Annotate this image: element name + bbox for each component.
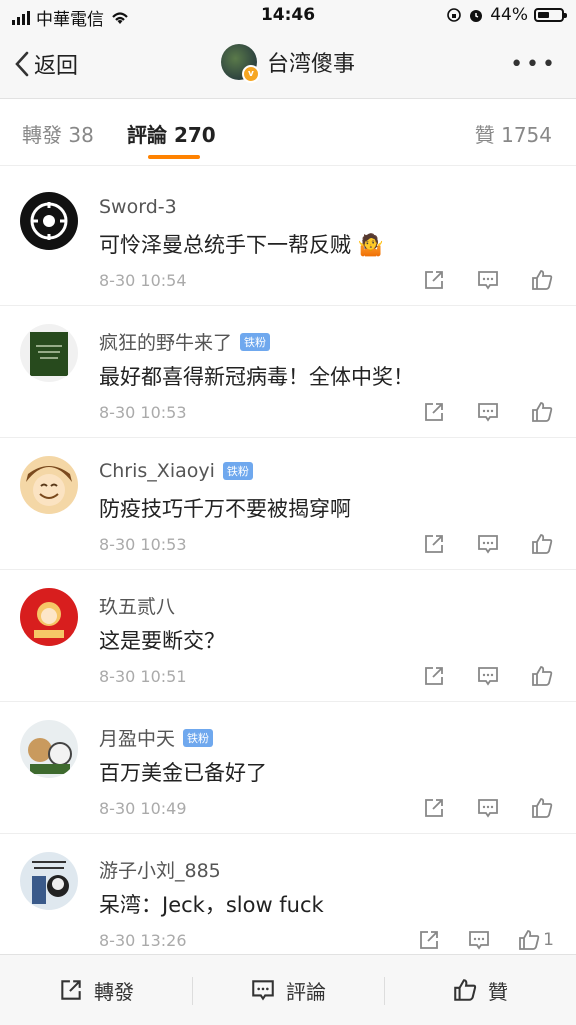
author-name: 游子小刘_885 [99, 860, 221, 882]
comment-time: 8-30 10:53 [99, 535, 187, 554]
thumbs-up-icon [454, 979, 477, 1001]
account-avatar: v [220, 44, 260, 83]
nav-title-group[interactable]: v 台湾傻事 [0, 44, 576, 83]
comment-actions [422, 400, 554, 424]
status-bar: 中華電信 14:46 44% [0, 0, 576, 32]
list-item: Chris_Xiaoyi 铁粉 防疫技巧千万不要被揭穿啊 8-30 10:53 [0, 438, 576, 570]
avatar[interactable] [20, 588, 78, 646]
reply-icon[interactable] [476, 532, 500, 556]
nav-bar: 返回 v 台湾傻事 ••• [0, 32, 576, 99]
share-icon[interactable] [422, 664, 446, 688]
list-item: 游子小刘_885 呆湾：Jeck，slow fuck 8-30 13:26 1 [0, 834, 576, 954]
repost-label: 轉發 [94, 979, 134, 1004]
share-icon[interactable] [417, 928, 441, 952]
comment-time: 8-30 10:53 [99, 403, 187, 422]
author-name: 月盈中天 [99, 728, 176, 750]
reply-icon[interactable] [467, 928, 491, 952]
comment-time: 8-30 10:54 [99, 271, 187, 290]
fan-badge: 铁粉 [222, 462, 253, 480]
bottom-action-bar: 轉發 評論 贊 [0, 954, 576, 1025]
reply-icon[interactable] [476, 796, 500, 820]
comment-author[interactable]: Chris_Xiaoyi 铁粉 [99, 460, 253, 482]
like-label: 贊 [488, 979, 508, 1004]
tab-repost[interactable]: 轉發 38 [22, 119, 94, 148]
comment-text: 这是要断交？ [99, 629, 225, 653]
share-icon [61, 980, 81, 1000]
thumbs-up-icon[interactable] [517, 928, 541, 952]
status-right: 44% [446, 5, 567, 25]
avatar[interactable] [20, 852, 78, 910]
rotation-lock-icon [447, 8, 462, 22]
comment-author[interactable]: Sword-3 [99, 196, 177, 218]
thumbs-up-icon[interactable] [530, 400, 554, 424]
comment-icon [252, 980, 274, 1001]
avatar[interactable] [20, 456, 78, 514]
share-icon[interactable] [422, 796, 446, 820]
comment-actions [422, 664, 554, 688]
tab-likes[interactable]: 贊 1754 [475, 119, 552, 148]
author-name: Chris_Xiaoyi [99, 460, 215, 482]
reply-icon[interactable] [476, 268, 500, 292]
comment-actions [422, 268, 554, 292]
comment-time: 8-30 13:26 [99, 931, 187, 950]
thumbs-up-icon[interactable] [530, 796, 554, 820]
comment-button[interactable]: 評論 [192, 955, 384, 1025]
comment-author[interactable]: 疯狂的野牛来了 铁粉 [99, 328, 271, 355]
avatar[interactable] [20, 192, 78, 250]
comment-label: 評論 [286, 979, 326, 1004]
avatar[interactable] [20, 720, 78, 778]
comment-list: Sword-3 可怜泽曼总统手下一帮反贼 🤷 8-30 10:54 疯狂的野牛来… [0, 174, 576, 954]
author-name: 疯狂的野牛来了 [99, 332, 233, 354]
comment-actions [422, 796, 554, 820]
thumbs-up-icon[interactable] [530, 532, 554, 556]
author-name: Sword-3 [99, 196, 177, 218]
author-name: 玖五贰八 [99, 596, 176, 618]
tab-indicator [148, 155, 200, 159]
nav-title: 台湾傻事 [266, 52, 355, 77]
tab-comments[interactable]: 評論 270 [127, 119, 216, 148]
like-count: 1 [543, 930, 554, 950]
comment-time: 8-30 10:51 [99, 667, 187, 686]
battery-icon [534, 8, 567, 22]
more-button[interactable]: ••• [510, 52, 558, 77]
thumbs-up-icon[interactable] [530, 664, 554, 688]
fan-badge: 铁粉 [240, 332, 271, 351]
comment-actions: 1 [417, 928, 554, 952]
list-item: 月盈中天 铁粉 百万美金已备好了 8-30 10:49 [0, 702, 576, 834]
tab-bar: 轉發 38 評論 270 贊 1754 [0, 99, 576, 166]
reply-icon[interactable] [476, 664, 500, 688]
reply-icon[interactable] [476, 400, 500, 424]
list-item: 玖五贰八 这是要断交？ 8-30 10:51 [0, 570, 576, 702]
comment-author[interactable]: 月盈中天 铁粉 [99, 724, 214, 751]
comment-text: 可怜泽曼总统手下一帮反贼 🤷 [99, 233, 384, 257]
comment-text: 最好都喜得新冠病毒！全体中奖！ [99, 365, 414, 389]
thumbs-up-icon[interactable] [530, 268, 554, 292]
comment-text: 防疫技巧千万不要被揭穿啊 [99, 497, 351, 521]
verified-icon: v [241, 65, 260, 83]
battery-percent: 44% [490, 5, 528, 25]
repost-button[interactable]: 轉發 [0, 955, 192, 1025]
share-icon[interactable] [422, 268, 446, 292]
list-item: 疯狂的野牛来了 铁粉 最好都喜得新冠病毒！全体中奖！ 8-30 10:53 [0, 306, 576, 438]
comment-author[interactable]: 玖五贰八 [99, 592, 175, 619]
comment-text: 百万美金已备好了 [99, 761, 267, 785]
share-icon[interactable] [422, 400, 446, 424]
comment-author[interactable]: 游子小刘_885 [99, 856, 221, 883]
comment-text: 呆湾：Jeck，slow fuck [99, 893, 324, 917]
like-button[interactable]: 贊 [384, 955, 576, 1025]
fan-badge: 铁粉 [183, 728, 214, 747]
list-item: Sword-3 可怜泽曼总统手下一帮反贼 🤷 8-30 10:54 [0, 174, 576, 306]
share-icon[interactable] [422, 532, 446, 556]
alarm-icon [470, 10, 483, 22]
avatar[interactable] [20, 324, 78, 382]
comment-time: 8-30 10:49 [99, 799, 187, 818]
comment-actions [422, 532, 554, 556]
